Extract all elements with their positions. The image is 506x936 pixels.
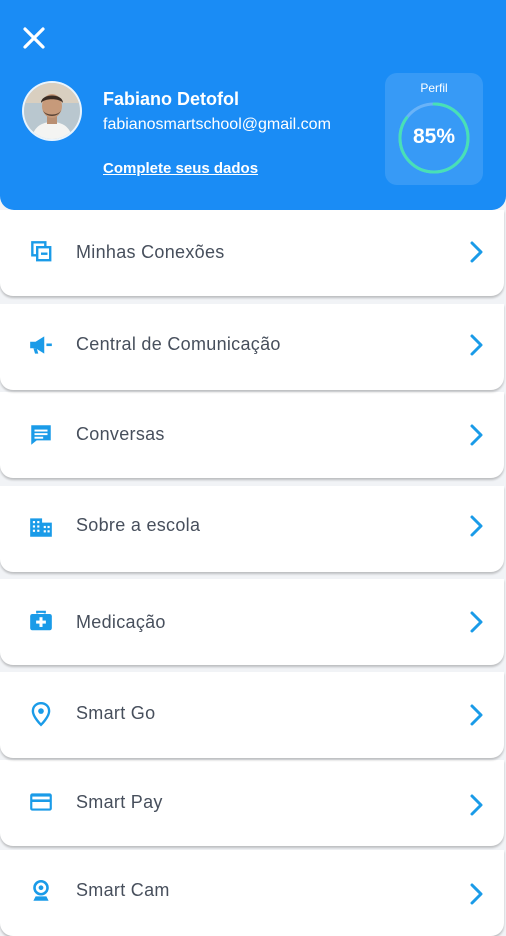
menu-item-label: Smart Cam — [76, 880, 170, 900]
complete-profile-link[interactable]: Complete seus dados — [103, 160, 258, 177]
building-icon — [30, 518, 52, 537]
menu-item-label: Sobre a escola — [76, 515, 201, 535]
chevron-right-icon — [470, 883, 483, 905]
menu-item-minhas-conexoes[interactable]: Minhas Conexões — [0, 210, 504, 296]
menu-item-central-comunicacao[interactable]: Central de Comunicação — [0, 304, 504, 390]
profile-label: Perfil — [420, 81, 448, 95]
camera-icon — [33, 879, 49, 901]
chevron-right-icon — [470, 704, 483, 726]
profile-percent: 85% — [412, 125, 456, 148]
connections-icon — [31, 241, 52, 262]
chat-icon — [31, 425, 51, 445]
close-icon[interactable] — [20, 24, 48, 52]
chevron-right-icon — [470, 241, 483, 263]
menu-item-medicacao[interactable]: Medicação — [0, 579, 504, 665]
chevron-right-icon — [470, 611, 483, 633]
avatar-image — [24, 83, 80, 139]
menu-item-smart-cam[interactable]: Smart Cam — [0, 850, 504, 936]
menu-item-smart-pay[interactable]: Smart Pay — [0, 760, 504, 846]
chevron-right-icon — [470, 334, 483, 356]
menu-item-sobre-escola[interactable]: Sobre a escola — [0, 486, 504, 572]
menu-item-label: Medicação — [76, 612, 166, 632]
user-email: fabianosmartschool@gmail.com — [103, 116, 331, 133]
chevron-right-icon — [470, 515, 483, 537]
profile-progress-card[interactable]: Perfil 85% — [385, 73, 483, 185]
chevron-right-icon — [470, 424, 483, 446]
menu-item-label: Smart Pay — [76, 792, 163, 812]
chevron-right-icon — [470, 794, 483, 816]
menu-item-smart-go[interactable]: Smart Go — [0, 672, 504, 758]
menu-item-label: Minhas Conexões — [76, 242, 225, 262]
profile-header: Fabiano Detofol fabianosmartschool@gmail… — [0, 0, 506, 210]
user-name: Fabiano Detofol — [103, 89, 239, 109]
avatar — [24, 83, 80, 139]
megaphone-icon — [30, 336, 52, 354]
credit-card-icon — [30, 793, 52, 811]
menu-item-label: Conversas — [76, 424, 165, 444]
location-pin-icon — [31, 701, 51, 727]
menu-item-conversas[interactable]: Conversas — [0, 392, 504, 478]
menu-item-label: Smart Go — [76, 703, 156, 723]
menu-item-label: Central de Comunicação — [76, 334, 281, 354]
medical-kit-icon — [30, 610, 52, 631]
